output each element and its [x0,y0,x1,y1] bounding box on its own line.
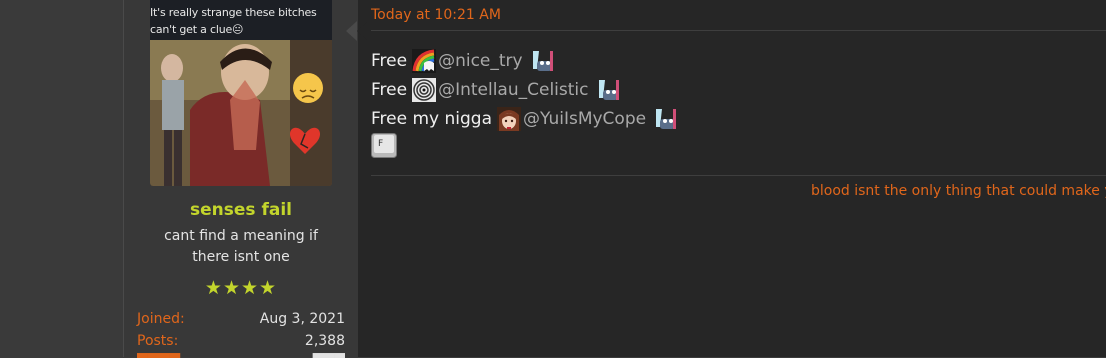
avatar-photo [150,40,332,186]
user-mention[interactable]: @Intellau_Celistic [438,80,588,100]
left-gutter [0,0,123,357]
post-line-1: Free @nice_try [371,48,555,74]
signature-divider [371,175,1106,176]
user-panel: It's really strange these bitches can't … [123,0,359,358]
avatar-caption-bar: It's really strange these bitches can't … [150,0,332,40]
stat-value: 2,388 [304,333,345,349]
header-divider [371,30,1106,31]
rainbow-ghost-icon [412,49,437,73]
bubble-arrow [357,22,367,40]
stat-row-partial: ▇▇▇▇ ▇▇▇ [137,352,345,358]
post-timestamp[interactable]: Today at 10:21 AM [371,7,501,23]
stat-value: ▇▇▇ [313,352,345,358]
stat-posts: Posts: 2,388 [137,333,345,353]
spiral-eye-icon [412,78,437,102]
avatar-caption: It's really strange these bitches can't … [150,6,317,36]
user-mention[interactable]: @YuiIsMyCope [523,109,646,129]
username[interactable]: senses fail [124,200,358,220]
pepe-freeze-icon [654,107,679,131]
pepe-freeze-icon [530,49,555,73]
signature: blood isnt the only thing that could mak… [811,183,1106,199]
stat-joined: Joined: Aug 3, 2021 [137,311,345,331]
post-line-3: Free my nigga @YuiIsMyCope [371,106,679,132]
f-key-label: F [378,139,383,149]
post-text-prefix: Free my nigga [371,109,493,129]
user-title: cant find a meaning if there isnt one [164,228,318,265]
user-mention[interactable]: @nice_try [438,51,523,71]
message-area: Today at 10:21 AM Free @nice_try Free @I… [346,0,1106,357]
anime-girl-icon [497,107,522,131]
stat-label: ▇▇▇▇ [137,352,180,358]
stat-value: Aug 3, 2021 [259,311,345,327]
bubble-arrow-border [346,21,357,41]
pepe-freeze-icon [596,78,621,102]
stat-label: Joined: [137,311,185,327]
stat-label: Posts: [137,333,179,349]
post-line-2: Free @Intellau_Celistic [371,77,621,103]
f-key-icon: F [371,133,397,158]
avatar[interactable]: It's really strange these bitches can't … [150,0,332,186]
post-text-prefix: Free [371,51,408,71]
post-text-prefix: Free [371,80,408,100]
rating-stars: ★★★★ [204,277,278,299]
